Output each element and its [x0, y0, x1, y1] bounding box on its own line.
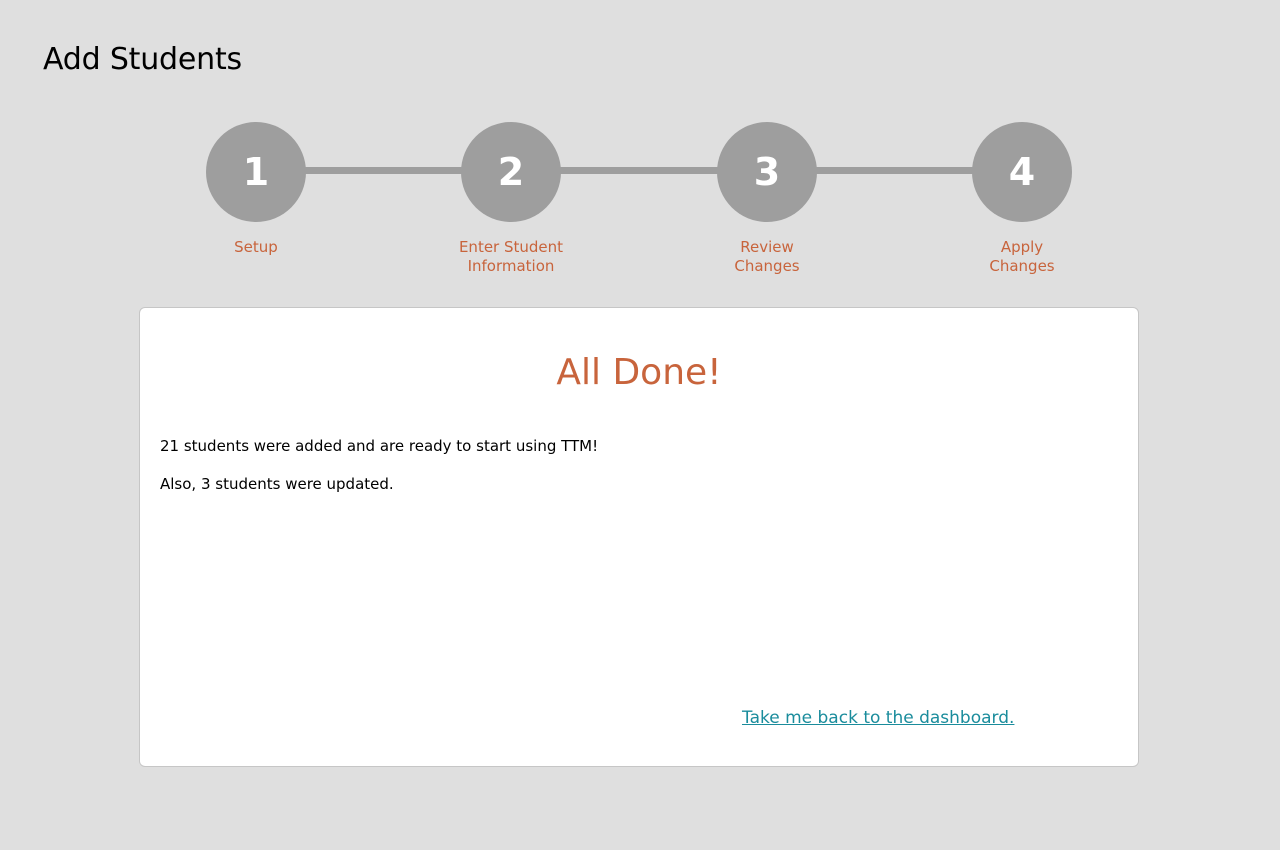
step-number-circle: 4	[972, 122, 1072, 222]
stepper-connector-line	[256, 167, 1022, 174]
progress-stepper: 1 Setup 2 Enter Student Information 3 Re…	[0, 0, 1280, 300]
step-number-circle: 3	[717, 122, 817, 222]
result-heading: All Done!	[556, 352, 722, 393]
step-setup: 1 Setup	[186, 122, 326, 257]
step-number-circle: 1	[206, 122, 306, 222]
added-students-message: 21 students were added and are ready to …	[160, 437, 599, 455]
result-card: All Done! 21 students were added and are…	[139, 307, 1139, 767]
updated-students-message: Also, 3 students were updated.	[160, 475, 394, 493]
step-label: Setup	[234, 238, 278, 256]
step-label: Enter Student Information	[458, 238, 564, 275]
step-enter-student-information: 2 Enter Student Information	[441, 122, 581, 276]
step-label: Apply Changes	[989, 238, 1055, 275]
step-review-changes: 3 Review Changes	[697, 122, 837, 276]
back-to-dashboard-link[interactable]: Take me back to the dashboard.	[742, 708, 1014, 728]
step-label: Review Changes	[734, 238, 800, 275]
step-number-circle: 2	[461, 122, 561, 222]
step-apply-changes: 4 Apply Changes	[952, 122, 1092, 276]
